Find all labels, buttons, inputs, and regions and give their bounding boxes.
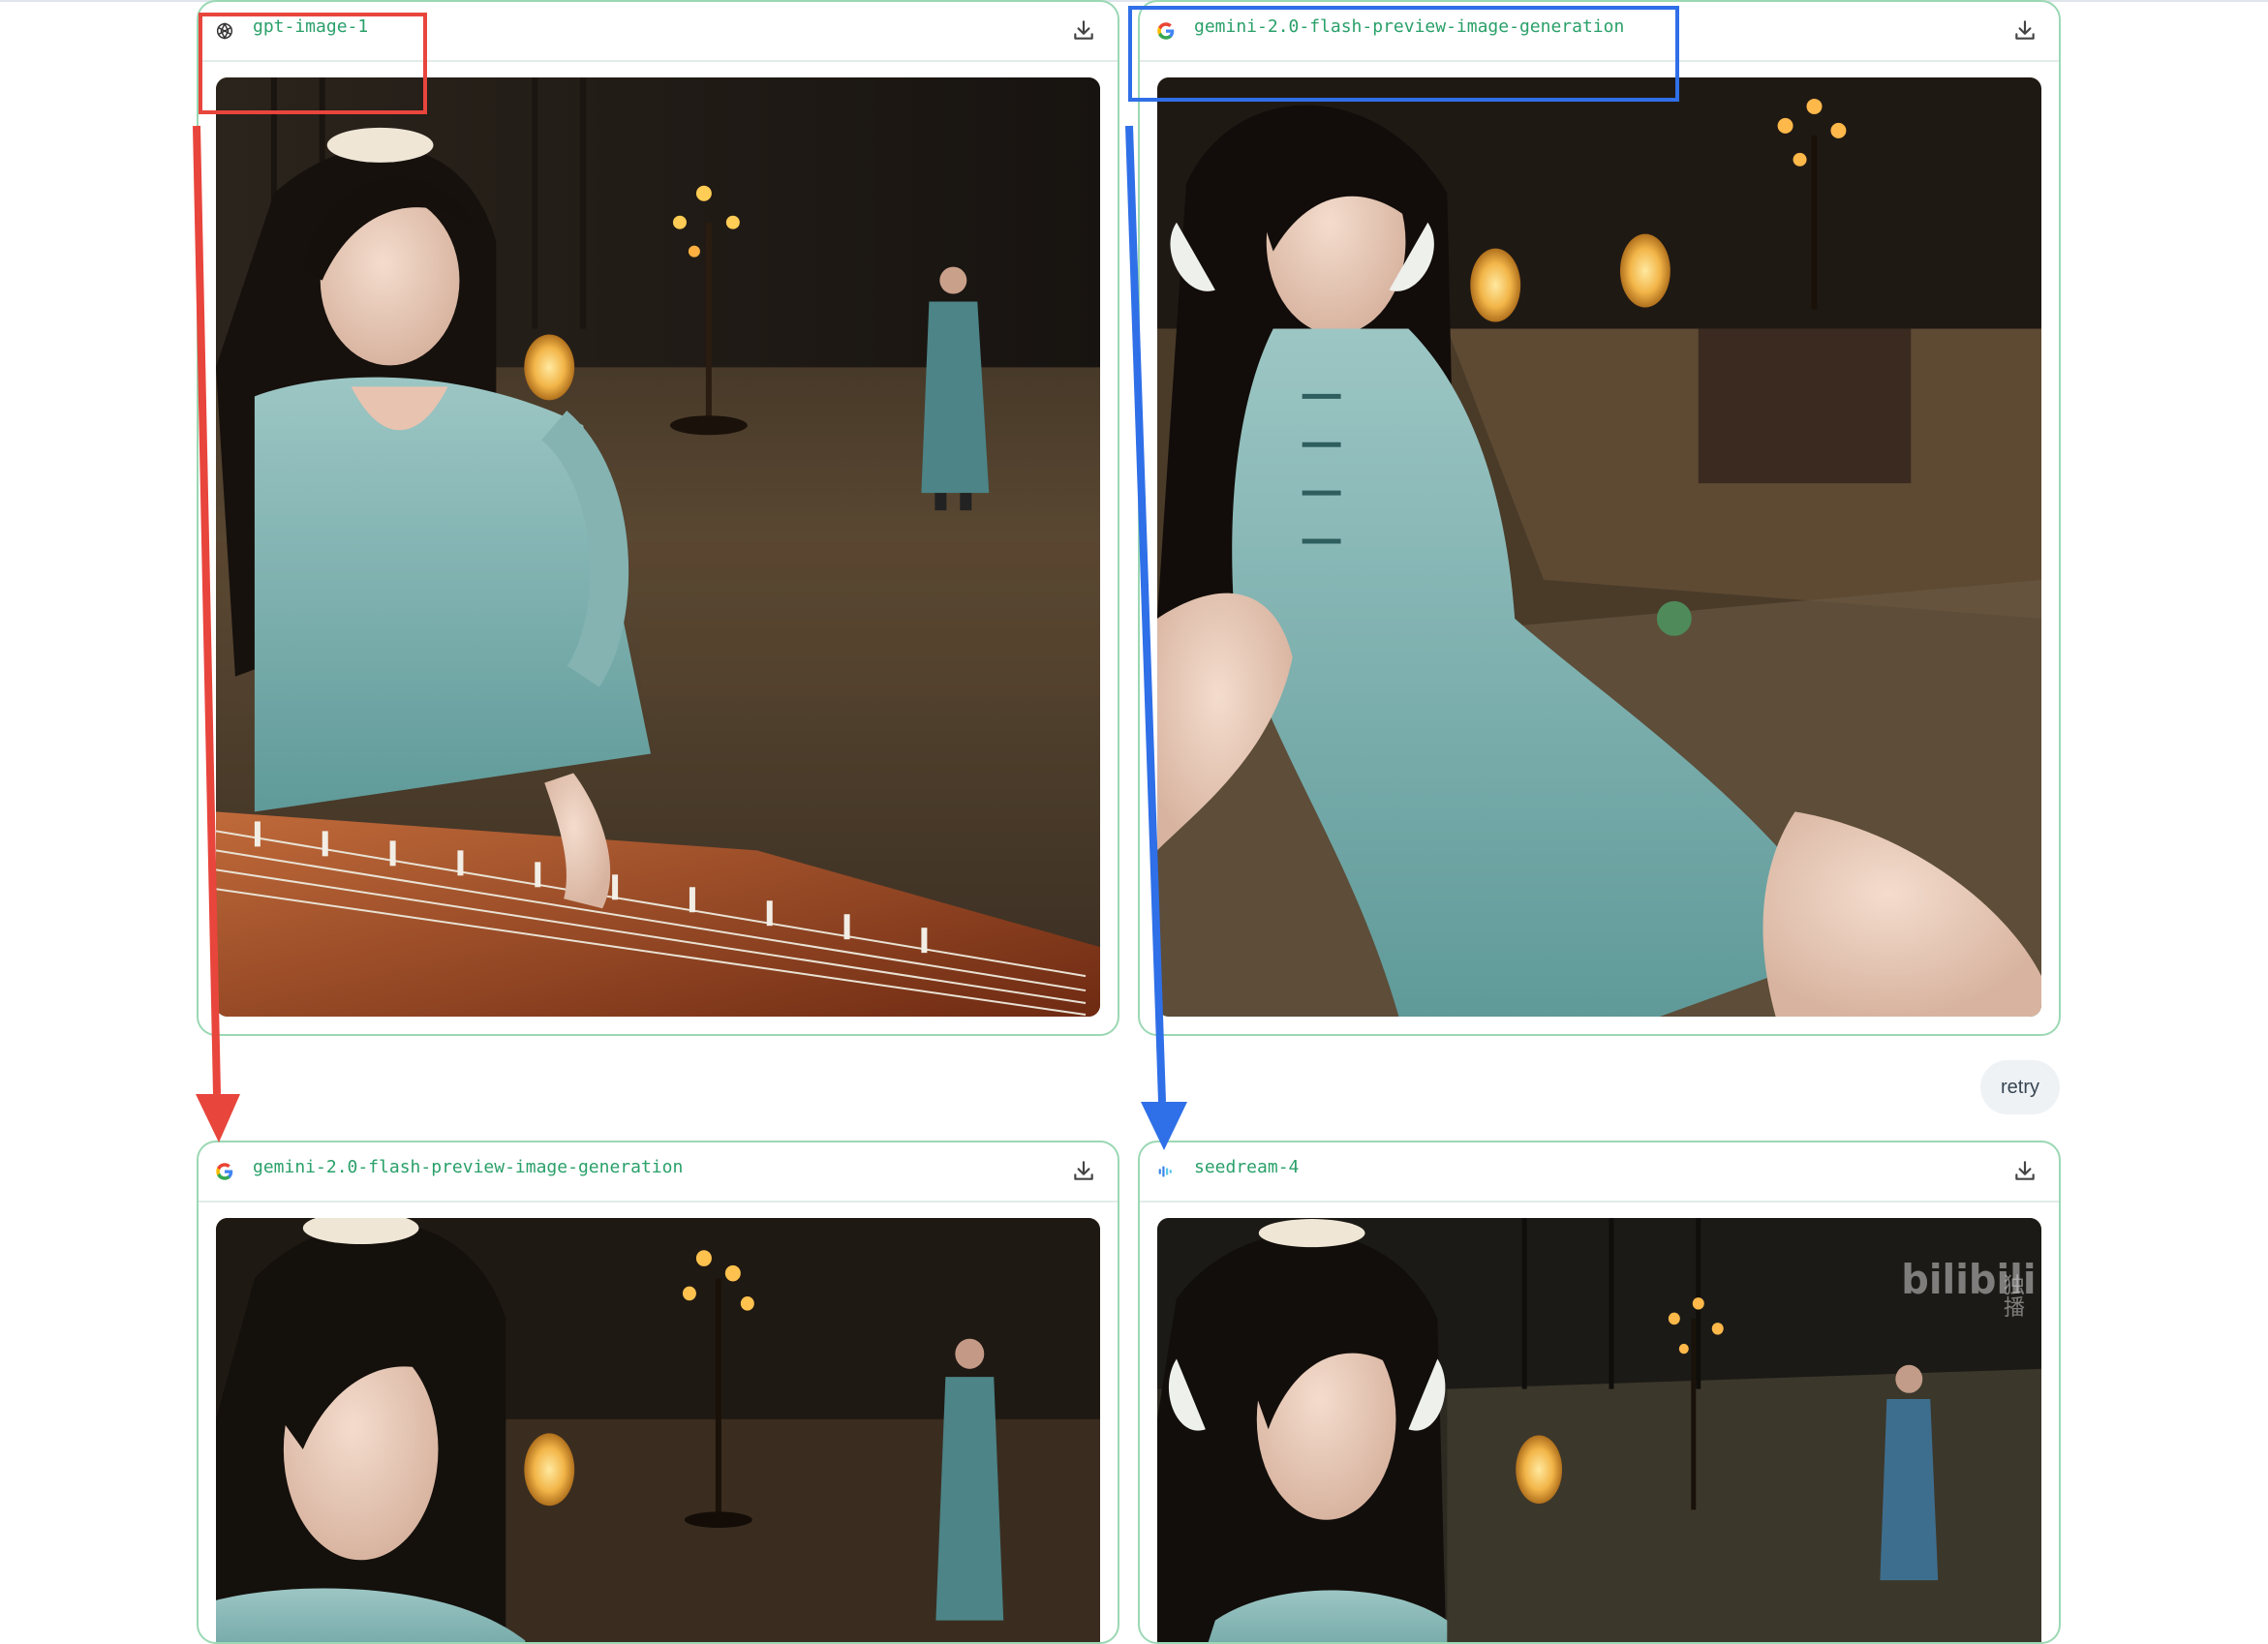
watermark-side-text: 独播: [2000, 1273, 2025, 1318]
google-g-icon: [1157, 22, 1175, 40]
openai-logo-icon: [216, 22, 233, 40]
card-header: gpt-image-1: [199, 2, 1118, 62]
red-arrow-head: [196, 1094, 240, 1142]
generated-image[interactable]: [216, 1218, 1100, 1642]
woman-reclining-image: [1157, 77, 2041, 1017]
download-icon[interactable]: [2012, 17, 2038, 43]
retry-button[interactable]: retry: [1980, 1060, 2060, 1114]
card-header: seedream-4: [1140, 1142, 2059, 1203]
woman-in-hall-image: bilibili 独播: [1157, 1218, 2041, 1642]
woman-playing-guzheng-image: [216, 77, 1100, 1017]
result-card-gemini-bottom: gemini-2.0-flash-preview-image-generatio…: [197, 1141, 1119, 1644]
card-header: gemini-2.0-flash-preview-image-generatio…: [1140, 2, 2059, 62]
download-icon[interactable]: [1071, 17, 1096, 43]
generated-image[interactable]: [216, 77, 1100, 1017]
seedream-logo-icon: [1158, 1166, 1172, 1177]
result-card-seedream-4: seedream-4 bilibili 独播: [1138, 1141, 2061, 1644]
download-icon[interactable]: [2012, 1158, 2038, 1183]
generated-image[interactable]: [1157, 77, 2041, 1017]
google-g-icon: [216, 1163, 233, 1180]
model-name: gemini-2.0-flash-preview-image-generatio…: [253, 1157, 684, 1177]
card-header: gemini-2.0-flash-preview-image-generatio…: [199, 1142, 1118, 1203]
model-name: gemini-2.0-flash-preview-image-generatio…: [1194, 16, 1625, 37]
result-card-gpt-image-1: gpt-image-1: [197, 0, 1119, 1036]
woman-portrait-image: [216, 1218, 1100, 1642]
model-name: gpt-image-1: [253, 16, 369, 37]
generated-image[interactable]: bilibili 独播: [1157, 1218, 2041, 1642]
download-icon[interactable]: [1071, 1158, 1096, 1183]
model-name: seedream-4: [1194, 1157, 1300, 1177]
result-card-gemini: gemini-2.0-flash-preview-image-generatio…: [1138, 0, 2061, 1036]
